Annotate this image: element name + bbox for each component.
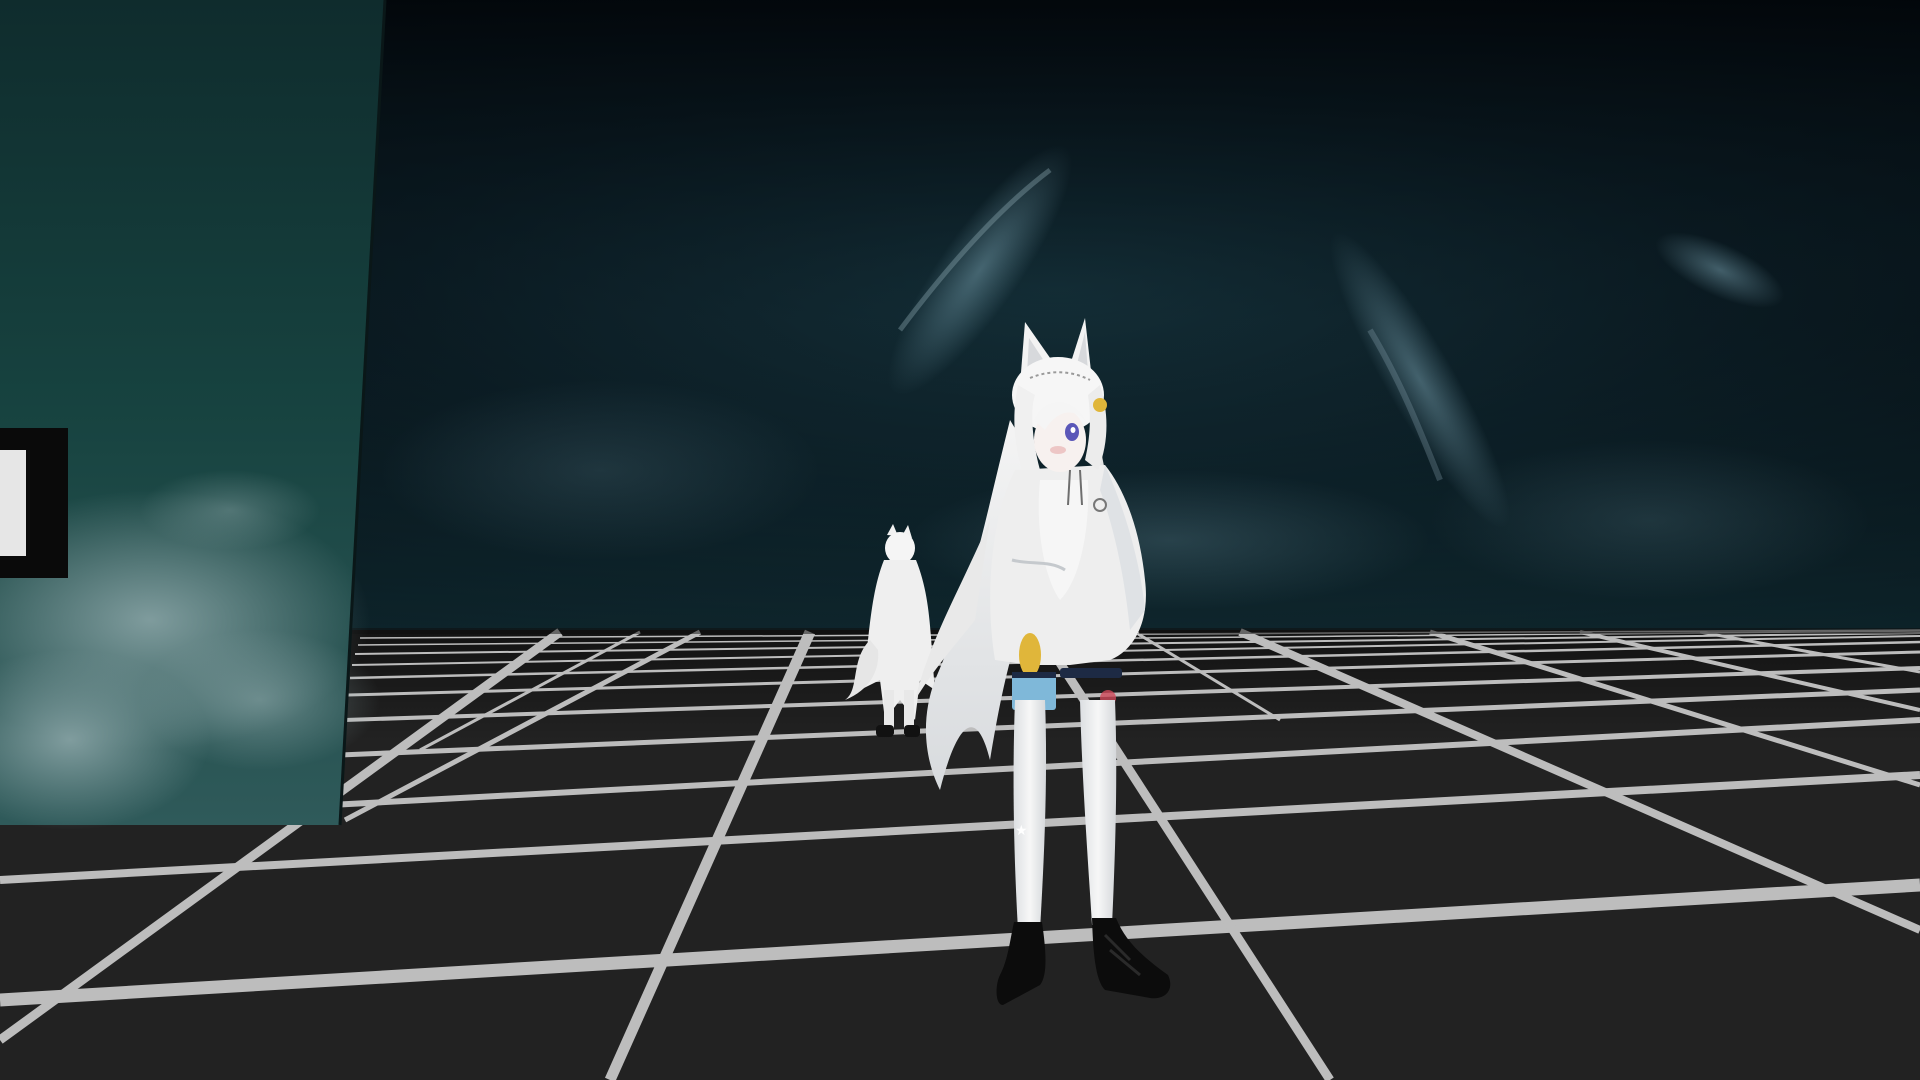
vr-scene[interactable]: ★ ★ ★ — [0, 0, 1920, 1080]
teal-cloud-wall-panel — [0, 0, 387, 830]
gold-tail-charm — [1019, 633, 1041, 677]
game-viewport[interactable]: ★ ★ ★ — [0, 0, 1920, 1080]
black-framed-sign-edge[interactable] — [0, 428, 68, 578]
gold-hair-clip — [1093, 398, 1107, 412]
left-leg — [1013, 700, 1047, 930]
svg-text:★: ★ — [1015, 823, 1028, 839]
